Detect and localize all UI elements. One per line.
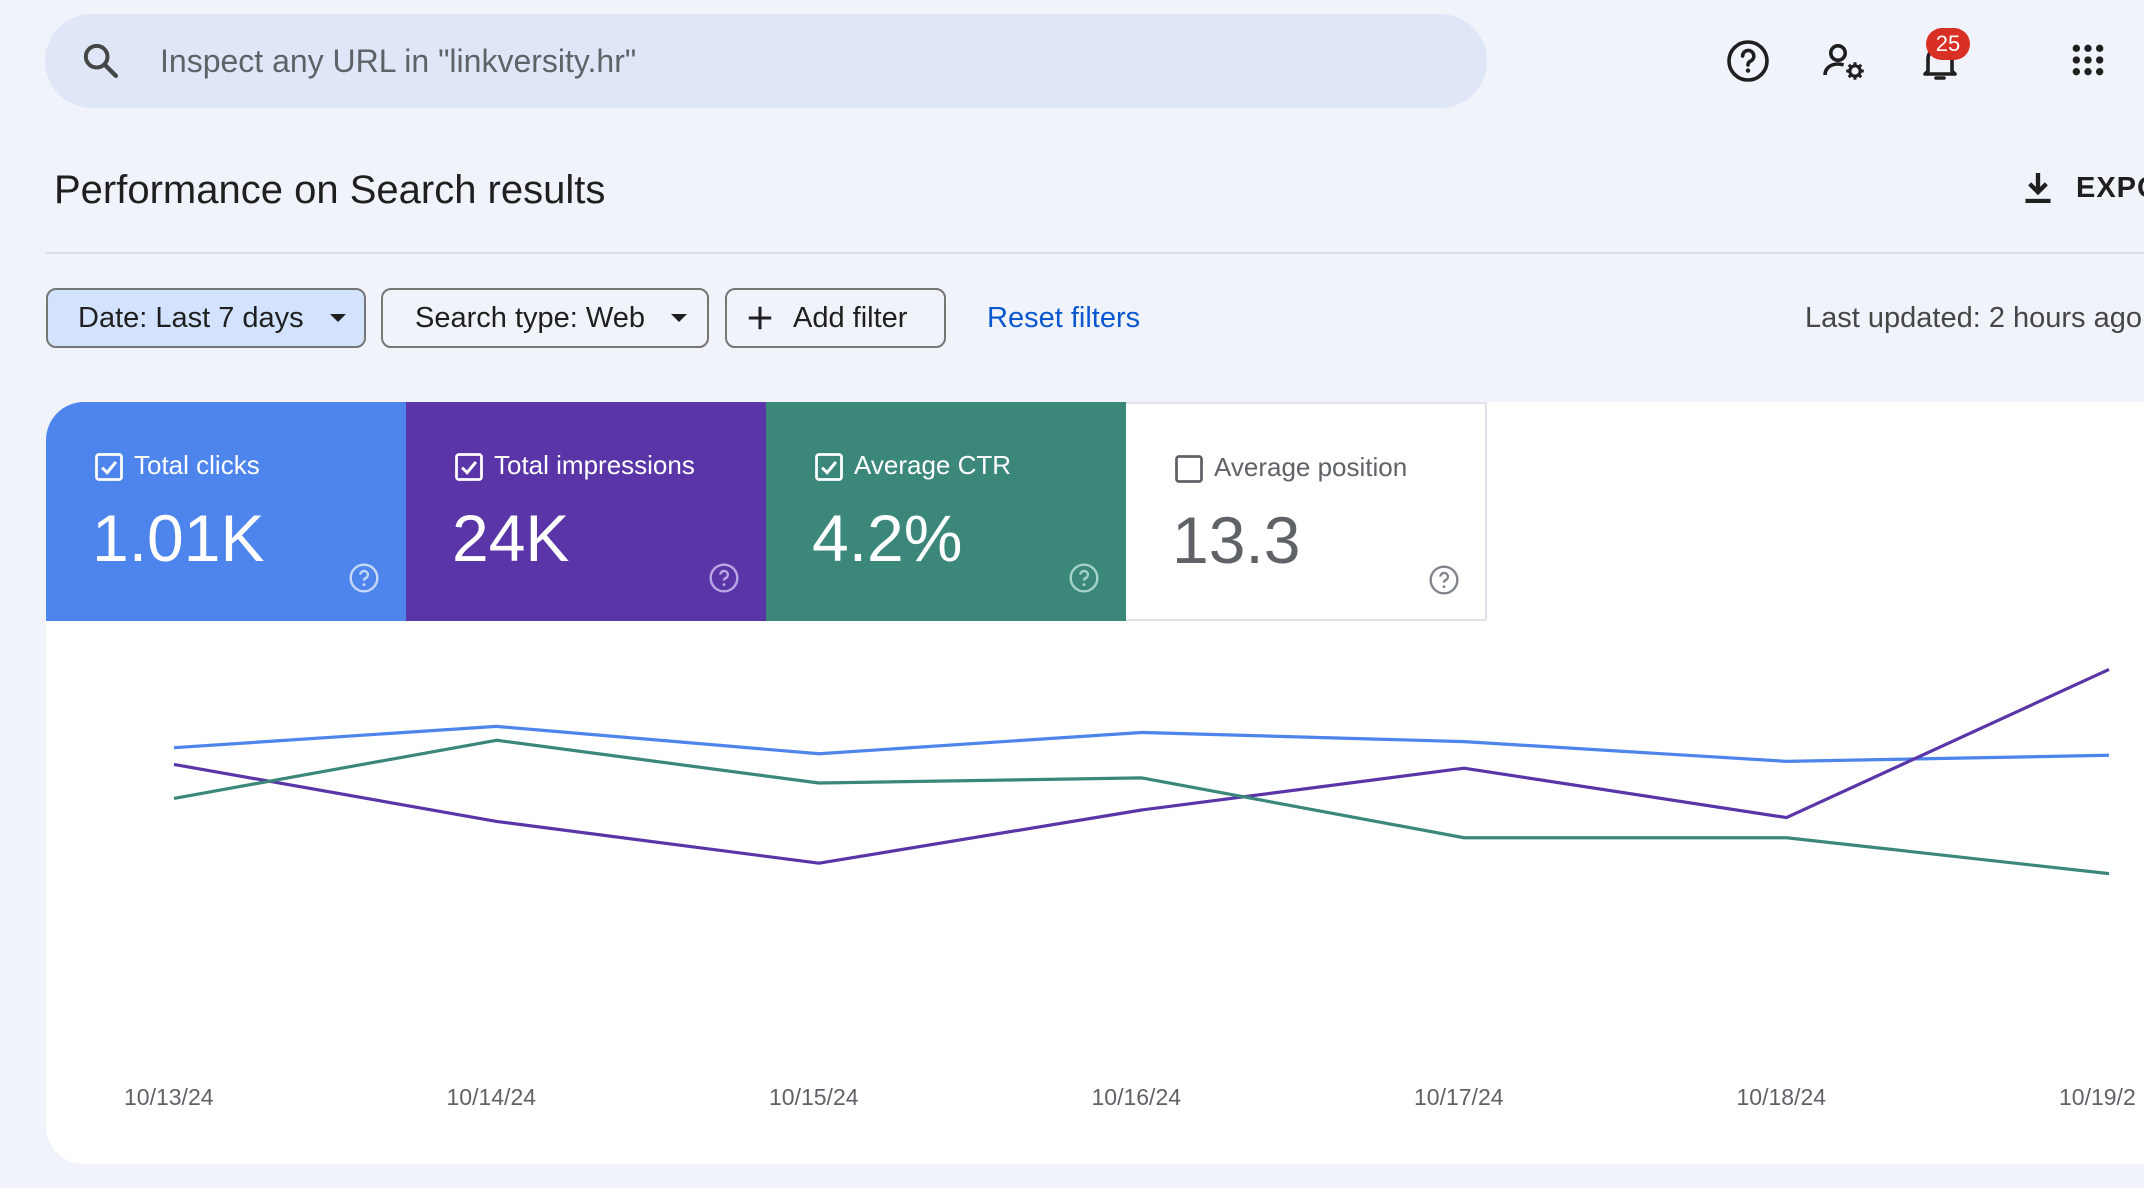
performance-chart [173,667,2110,876]
x-tick-label: 10/15/24 [769,1084,859,1110]
x-tick-label: 10/18/24 [1736,1084,1827,1110]
x-tick-label: 10/16/24 [1091,1084,1182,1110]
x-tick-label: 10/13/24 [124,1084,214,1110]
x-tick-label: 10/19/2 [2059,1084,2136,1110]
x-tick-label: 10/14/24 [446,1084,537,1110]
series-line-total-impressions [173,667,2110,865]
series-line-total-clicks [173,724,2110,763]
x-tick-label: 10/17/24 [1414,1084,1504,1110]
